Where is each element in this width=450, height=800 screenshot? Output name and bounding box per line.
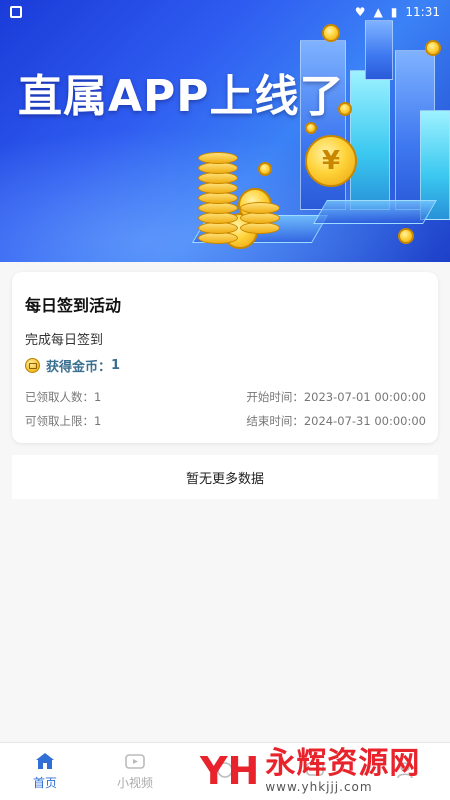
battery-icon: ▮ (390, 5, 398, 19)
activity-card[interactable]: 每日签到活动 完成每日签到 获得金币： 1 已领取人数：1 可领取上限：1 开始… (12, 272, 438, 443)
coin-icon (25, 358, 40, 373)
top-banner[interactable]: ♥ ▲ ▮ 11:31 ¥ 直属APP上线了 (0, 0, 450, 262)
heart-icon: ♥ (354, 5, 366, 19)
tab-home[interactable]: 首页 (0, 743, 90, 800)
watermark-text: 永辉资源网 www.yhkjjj.com (265, 746, 421, 795)
watermark: YH 永辉资源网 www.yhkjjj.com (200, 742, 450, 800)
end-time: 结束时间：2024-07-31 00:00:00 (246, 414, 426, 428)
reward-label: 获得金币： (46, 360, 112, 375)
watermark-url: www.yhkjjj.com (265, 780, 373, 794)
coin-icon: ¥ (305, 135, 357, 187)
watermark-name: 永辉资源网 (265, 746, 421, 781)
tab-label: 小视频 (116, 776, 153, 790)
activity-title: 每日签到活动 (25, 296, 122, 315)
status-bar: ♥ ▲ ▮ 11:31 (0, 0, 450, 24)
home-icon (36, 753, 54, 769)
reward-value: 1 (111, 358, 121, 373)
notification-icon (10, 6, 22, 18)
coin-icon (425, 40, 441, 56)
claim-limit: 可领取上限：1 (25, 414, 102, 428)
platform (313, 200, 437, 224)
tab-label: 首页 (32, 776, 57, 790)
watermark-logo: YH (200, 749, 260, 793)
signal-icon: ▲ (373, 5, 383, 19)
video-icon (125, 754, 145, 769)
activity-description: 完成每日签到 (25, 333, 104, 348)
start-time: 开始时间：2023-07-01 00:00:00 (246, 390, 426, 404)
tab-short-video[interactable]: 小视频 (90, 743, 180, 800)
claimed-count: 已领取人数：1 (25, 390, 102, 404)
reward-row: 获得金币： 1 (25, 356, 120, 375)
coin-icon (258, 162, 272, 176)
coin-icon (322, 24, 340, 42)
banner-title: 直属APP上线了 (18, 71, 345, 122)
building (365, 20, 393, 80)
status-time: 11:31 (405, 5, 440, 19)
no-more-data: 暂无更多数据 (12, 455, 438, 499)
status-right: ♥ ▲ ▮ 11:31 (355, 5, 440, 19)
building (350, 70, 390, 210)
coin-icon (398, 228, 414, 244)
coin-symbol: ¥ (321, 146, 341, 176)
